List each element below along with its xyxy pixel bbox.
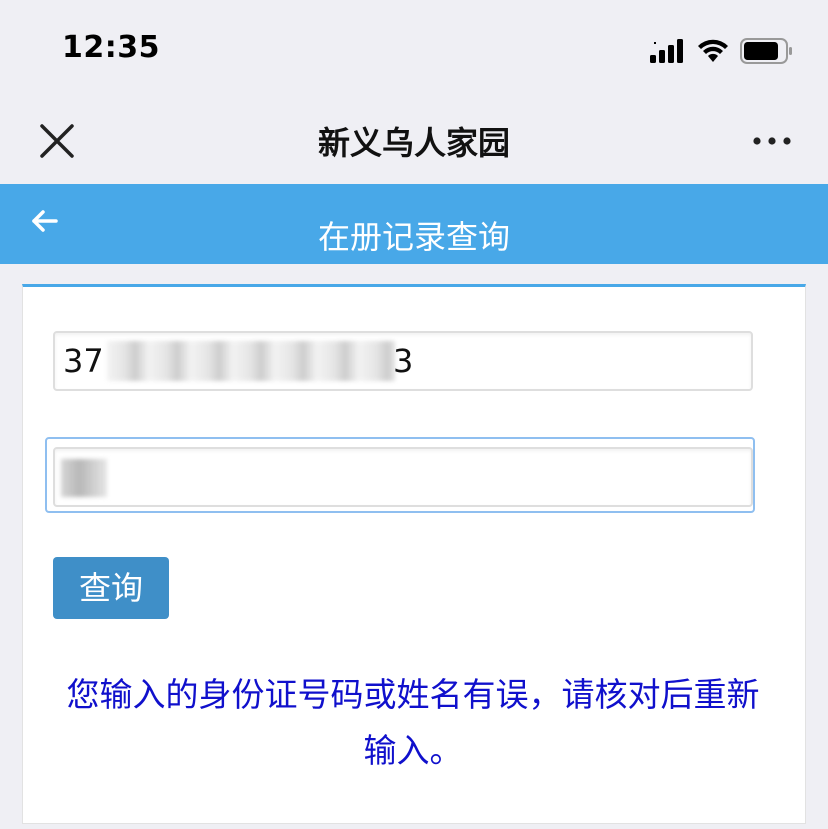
battery-icon xyxy=(740,38,792,64)
error-message: 您输入的身份证号码或姓名有误，请核对后重新输入。 xyxy=(66,675,760,770)
app-screen: 12:35 新义乌人家园 在册记录查询 37 3 查询 您输入的身份证号码或姓名… xyxy=(0,0,828,829)
name-input[interactable] xyxy=(53,447,753,507)
name-redaction xyxy=(61,459,107,497)
id-number-redaction xyxy=(107,341,395,381)
status-bar: 12:35 xyxy=(0,0,828,100)
id-number-suffix: 3 xyxy=(393,342,414,380)
wechat-nav-bar: 新义乌人家园 xyxy=(0,100,828,184)
id-number-input[interactable]: 37 3 xyxy=(53,331,753,391)
wifi-icon xyxy=(698,39,728,62)
page-header: 在册记录查询 xyxy=(0,184,828,264)
query-form-card: 37 3 查询 您输入的身份证号码或姓名有误，请核对后重新输入。 xyxy=(22,284,806,824)
name-input-focus-ring xyxy=(45,437,755,513)
signal-icon xyxy=(650,39,683,63)
page-title: 在册记录查询 xyxy=(317,218,510,256)
status-icons xyxy=(650,36,794,66)
status-time: 12:35 xyxy=(62,30,160,65)
more-icon[interactable] xyxy=(752,126,792,156)
id-number-prefix: 37 xyxy=(63,342,104,380)
wechat-page-title: 新义乌人家园 xyxy=(317,124,510,162)
query-button[interactable]: 查询 xyxy=(53,557,169,619)
